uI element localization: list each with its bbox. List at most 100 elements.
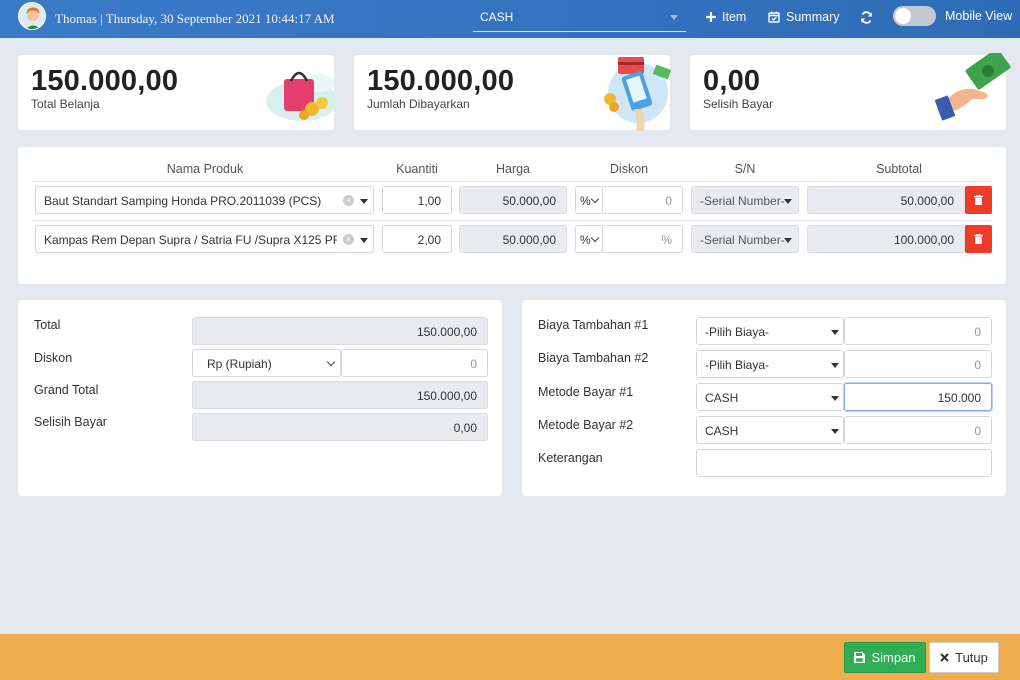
- quantity-value: 1,00: [417, 194, 441, 208]
- delete-row-button[interactable]: [965, 186, 992, 214]
- delete-row-button[interactable]: [965, 225, 992, 253]
- floppy-disk-icon: [854, 652, 866, 663]
- close-label: Tutup: [955, 650, 988, 665]
- serial-number-select[interactable]: -Serial Number-: [691, 186, 799, 214]
- difference-label: Selisih Bayar: [34, 415, 107, 429]
- subtotal-field: 50.000,00: [807, 186, 965, 214]
- column-header-discount: Diskon: [609, 162, 649, 176]
- method1-select[interactable]: CASH: [696, 383, 844, 411]
- discount-amount-value: 0: [470, 357, 477, 371]
- difference-value: 0,00: [453, 421, 477, 435]
- chevron-down-icon: [831, 396, 839, 401]
- column-header-price: Harga: [495, 162, 531, 176]
- row-divider: [32, 220, 992, 221]
- top-bar: Thomas | Thursday, 30 September 2021 10:…: [0, 0, 1020, 38]
- stat-card-jumlah-dibayarkan: 150.000,00 Jumlah Dibayarkan: [354, 55, 671, 131]
- stat-card-selisih-bayar: 0,00 Selisih Bayar: [690, 53, 1011, 130]
- method1-amount-input[interactable]: 150.000: [844, 383, 992, 411]
- summary-label: Summary: [786, 10, 840, 24]
- save-button[interactable]: Simpan: [844, 642, 926, 673]
- chevron-down-icon: [831, 330, 839, 335]
- save-label: Simpan: [871, 650, 916, 665]
- fee2-select[interactable]: -Pilih Biaya-: [696, 350, 844, 378]
- quantity-value: 2,00: [417, 233, 441, 247]
- fee1-input[interactable]: 0: [844, 317, 992, 345]
- clear-icon[interactable]: ×: [343, 195, 354, 206]
- chevron-down-icon: [784, 199, 792, 204]
- chevron-down-icon: [326, 357, 336, 367]
- total-value: 150.000,00: [416, 325, 477, 339]
- discount-type-select[interactable]: %: [575, 225, 603, 253]
- discount-currency-select[interactable]: Rp (Rupiah): [192, 349, 341, 377]
- method2-amount-input[interactable]: 0: [844, 416, 992, 444]
- total-label: Total: [34, 318, 61, 332]
- mobile-view-label: Mobile View: [945, 9, 1013, 23]
- product-select[interactable]: Kampas Rem Depan Supra / Satria FU /Supr…: [35, 225, 374, 253]
- payment-method-select[interactable]: CASH: [473, 3, 686, 32]
- calendar-check-icon: [768, 11, 780, 23]
- method1-label: Metode Bayar #1: [538, 385, 634, 399]
- chevron-down-icon: [360, 199, 368, 204]
- toggle-knob: [895, 8, 911, 24]
- close-icon: [940, 653, 949, 662]
- discount-currency-value: Rp (Rupiah): [207, 357, 272, 371]
- quantity-input[interactable]: 2,00: [382, 225, 452, 253]
- shopping-bag-icon: [266, 71, 338, 121]
- serial-number-value: -Serial Number-: [700, 233, 785, 247]
- method2-value: 0: [974, 424, 981, 438]
- payment-method-value: CASH: [480, 10, 514, 24]
- chevron-down-icon: [670, 15, 678, 20]
- fee2-input[interactable]: 0: [844, 350, 992, 378]
- chevron-down-icon: [831, 429, 839, 434]
- price-field: 50.000,00: [459, 225, 567, 253]
- subtotal-field: 100.000,00: [807, 225, 965, 253]
- quantity-input[interactable]: 1,00: [382, 186, 452, 214]
- clear-icon[interactable]: ×: [343, 234, 354, 245]
- refresh-button[interactable]: [860, 11, 873, 24]
- method1-value: 150.000: [937, 391, 981, 405]
- stat-label: Jumlah Dibayarkan: [367, 97, 470, 111]
- price-value: 50.000,00: [502, 233, 556, 247]
- stat-amount: 150.000,00: [367, 65, 515, 97]
- stat-amount: 150.000,00: [31, 65, 179, 97]
- mobile-view-toggle[interactable]: [893, 6, 936, 26]
- close-button[interactable]: Tutup: [929, 642, 999, 673]
- fee1-select[interactable]: -Pilih Biaya-: [696, 317, 844, 345]
- discount-amount-input[interactable]: 0: [341, 349, 488, 377]
- card-payment-icon: [604, 57, 671, 131]
- chevron-down-icon: [784, 238, 792, 243]
- method2-select[interactable]: CASH: [696, 416, 844, 444]
- note-input[interactable]: [696, 449, 992, 477]
- chevron-down-icon: [590, 233, 600, 243]
- discount-input[interactable]: %: [602, 225, 683, 253]
- difference-field: 0,00: [192, 413, 488, 441]
- product-name: Kampas Rem Depan Supra / Satria FU /Supr…: [44, 233, 337, 247]
- summary-button[interactable]: Summary: [768, 10, 839, 24]
- discount-input[interactable]: 0: [602, 186, 683, 214]
- column-header-serial: S/N: [734, 162, 756, 176]
- fee1-select-value: -Pilih Biaya-: [705, 325, 770, 339]
- serial-number-select[interactable]: -Serial Number-: [691, 225, 799, 253]
- discount-value: %: [661, 233, 672, 247]
- fee2-label: Biaya Tambahan #2: [538, 351, 649, 365]
- discount-type-select[interactable]: %: [575, 186, 603, 214]
- price-field: 50.000,00: [459, 186, 567, 214]
- trash-icon: [974, 195, 983, 205]
- product-select[interactable]: Baut Standart Samping Honda PRO.2011039 …: [35, 186, 374, 214]
- stat-amount: 0,00: [703, 65, 761, 97]
- column-header-quantity: Kuantiti: [396, 162, 438, 176]
- serial-number-value: -Serial Number-: [700, 194, 785, 208]
- column-header-product: Nama Produk: [166, 162, 244, 176]
- user-datetime: Thomas | Thursday, 30 September 2021 10:…: [55, 11, 335, 26]
- cash-hand-icon: [934, 53, 1011, 121]
- plus-icon: [706, 12, 716, 22]
- method2-label: Metode Bayar #2: [538, 418, 634, 432]
- user-avatar[interactable]: [18, 2, 46, 30]
- note-label: Keterangan: [538, 451, 603, 465]
- chevron-down-icon: [360, 238, 368, 243]
- add-item-button[interactable]: Item: [706, 10, 746, 24]
- stat-label: Selisih Bayar: [703, 97, 774, 111]
- discount-type-value: %: [580, 194, 591, 208]
- refresh-icon: [861, 11, 872, 24]
- method2-select-value: CASH: [705, 424, 739, 438]
